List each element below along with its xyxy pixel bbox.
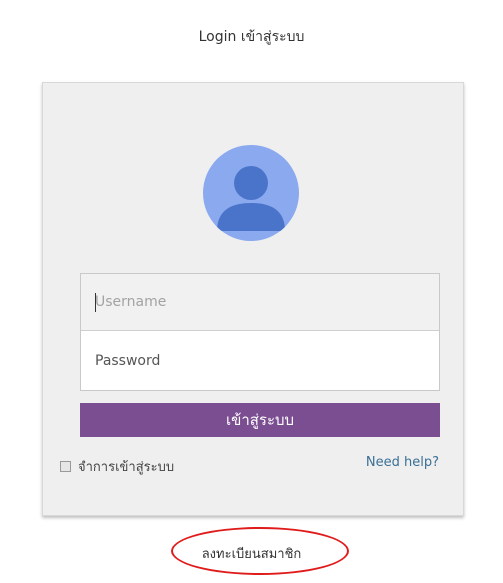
login-page: Login เข้าสู่ระบบ เข้าสู่ระบบ จำการเข้าส… xyxy=(0,0,503,583)
credentials-group xyxy=(80,273,440,391)
password-input[interactable] xyxy=(81,332,439,389)
login-card: เข้าสู่ระบบ จำการเข้าสู่ระบบ Need help? xyxy=(42,82,464,516)
need-help-link[interactable]: Need help? xyxy=(366,455,439,470)
username-input[interactable] xyxy=(81,274,439,331)
user-avatar-icon xyxy=(203,145,299,241)
text-cursor xyxy=(95,293,96,312)
remember-checkbox[interactable] xyxy=(60,461,71,472)
remember-me[interactable]: จำการเข้าสู่ระบบ xyxy=(60,456,174,477)
highlight-annotation xyxy=(171,527,349,575)
login-button[interactable]: เข้าสู่ระบบ xyxy=(80,403,440,437)
page-title: Login เข้าสู่ระบบ xyxy=(198,29,305,45)
remember-label: จำการเข้าสู่ระบบ xyxy=(78,460,175,475)
